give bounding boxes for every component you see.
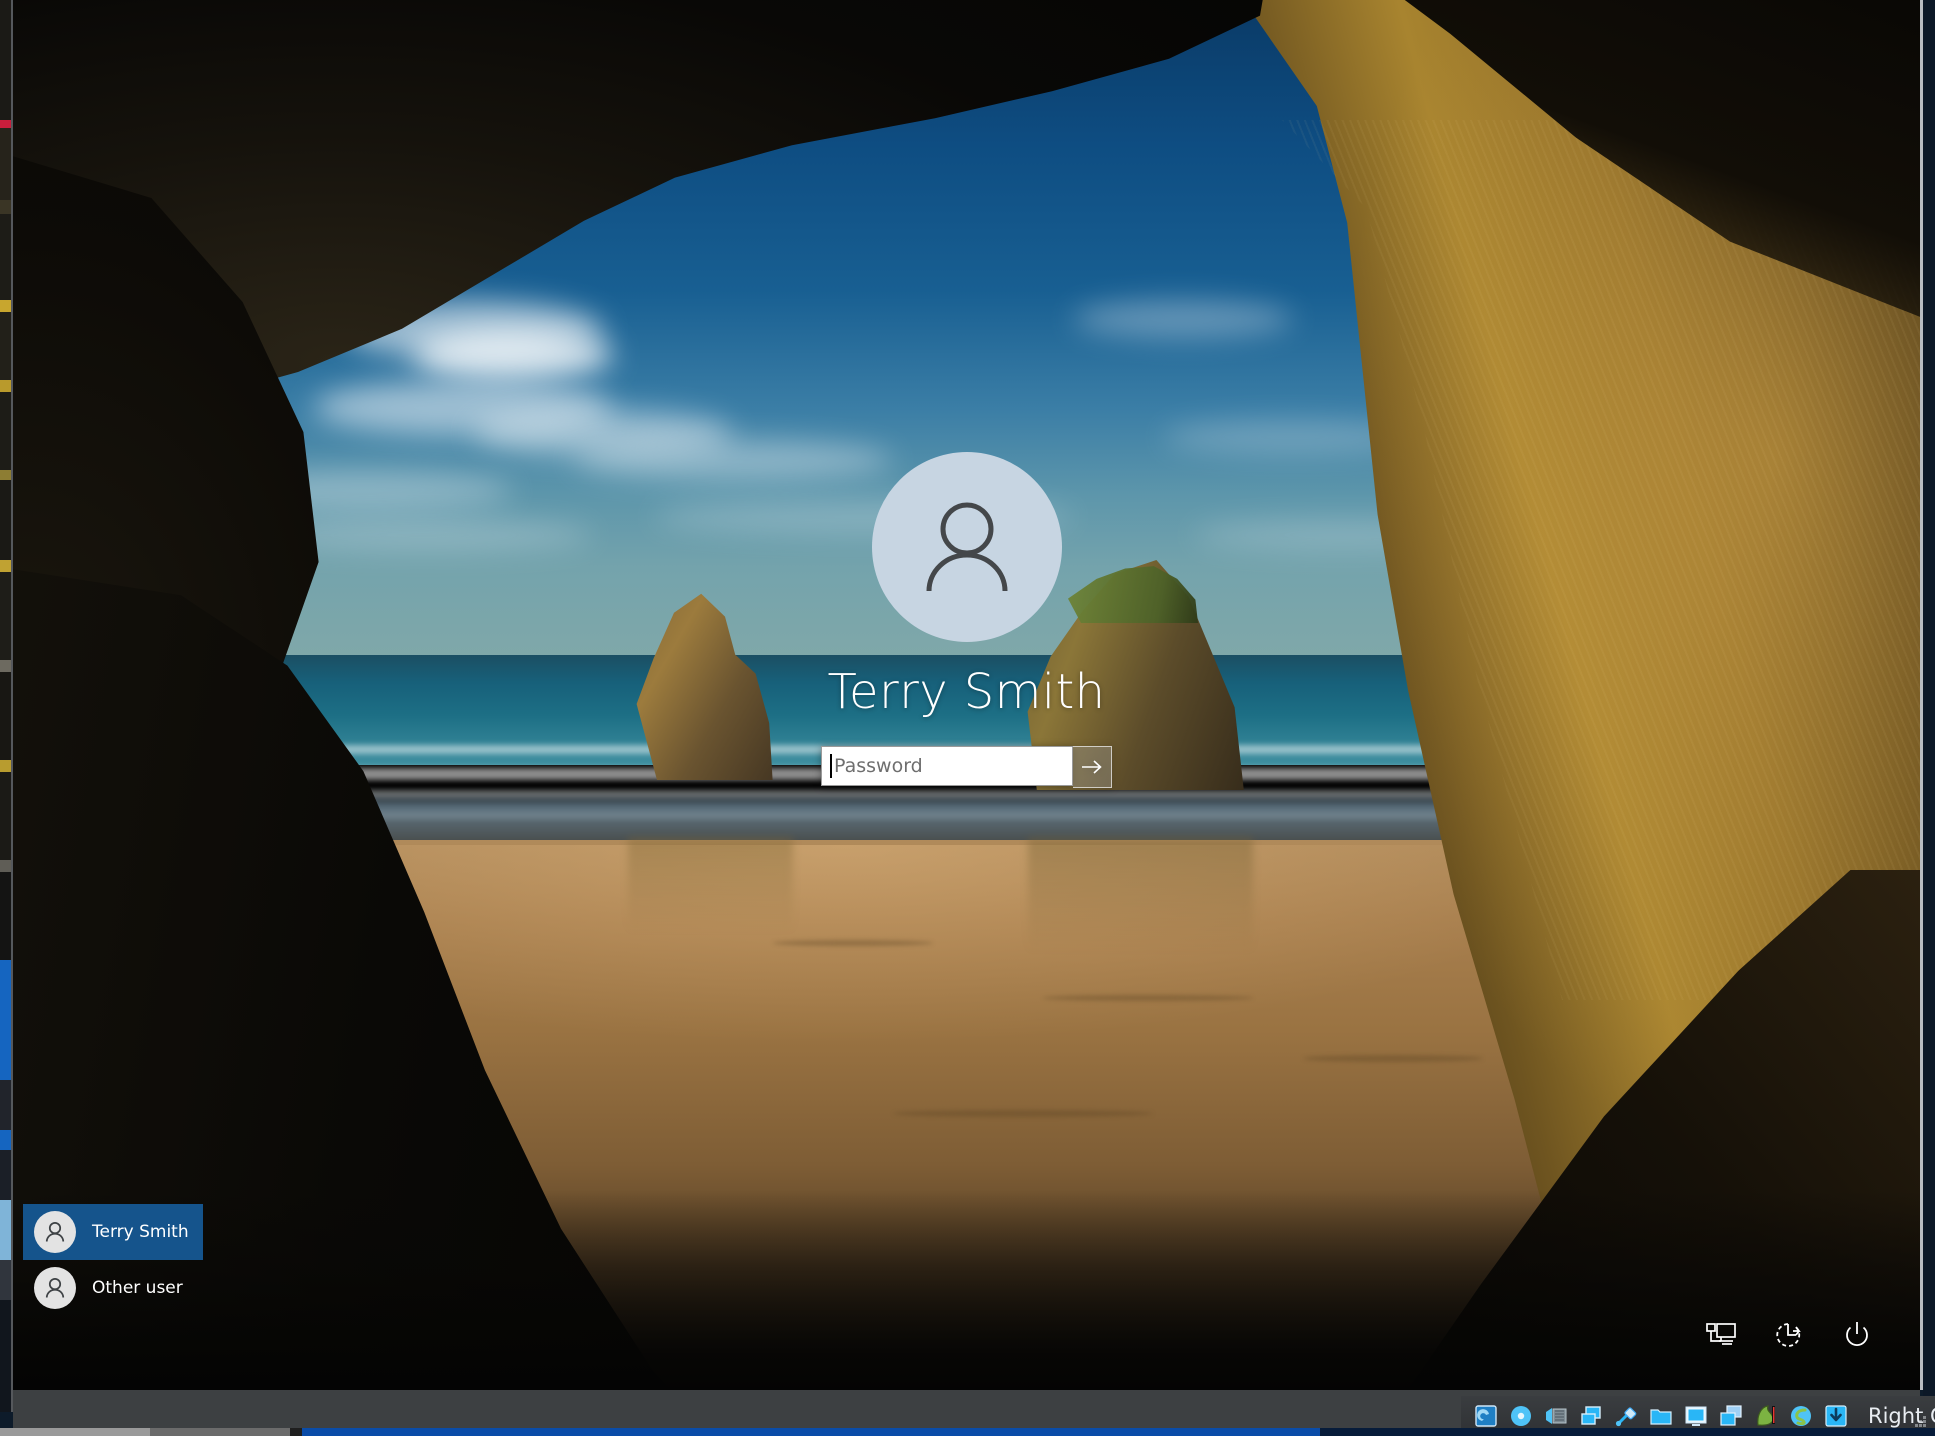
user-list-item-terry-smith[interactable]: Terry Smith	[23, 1204, 203, 1260]
user-switch-list: Terry Smith Other user	[23, 1204, 203, 1316]
power-icon[interactable]	[1840, 1318, 1874, 1352]
network-adapter-icon[interactable]	[1578, 1403, 1604, 1429]
floppy-disk-icon[interactable]	[1543, 1403, 1569, 1429]
lock-screen-system-icons	[1704, 1318, 1874, 1352]
resize-grip-icon[interactable]	[1905, 1410, 1927, 1430]
rock-reflection	[628, 838, 793, 933]
user-list-item-label: Terry Smith	[92, 1222, 189, 1242]
screen-root: Terry Smith Password Terry Smith Other u…	[0, 0, 1935, 1436]
background-window-edge	[11, 0, 13, 1412]
rock-reflection	[1028, 838, 1253, 953]
text-caret	[830, 754, 832, 778]
mouse-integration-icon[interactable]	[1753, 1403, 1779, 1429]
user-list-item-label: Other user	[92, 1278, 183, 1298]
optical-disk-icon[interactable]	[1508, 1403, 1534, 1429]
network-icon[interactable]	[1704, 1318, 1738, 1352]
submit-button[interactable]	[1073, 746, 1112, 788]
vm-guest-screen[interactable]: Terry Smith Password Terry Smith Other u…	[13, 0, 1920, 1390]
sand-texture	[893, 1110, 1153, 1117]
login-panel: Terry Smith Password	[13, 452, 1920, 788]
user-avatar-icon	[34, 1211, 76, 1253]
host-key-icon[interactable]	[1823, 1403, 1849, 1429]
cloud	[1073, 300, 1293, 338]
usb-icon[interactable]	[1613, 1403, 1639, 1429]
user-avatar-icon	[34, 1267, 76, 1309]
ease-of-access-icon[interactable]	[1772, 1318, 1806, 1352]
sand-texture	[1043, 995, 1253, 1001]
arrow-right-icon	[1082, 760, 1102, 774]
user-avatar-icon	[871, 452, 1062, 642]
recording-icon[interactable]	[1718, 1403, 1744, 1429]
password-row: Password	[821, 746, 1112, 788]
keyboard-icon[interactable]	[1788, 1403, 1814, 1429]
sand-texture	[1303, 1055, 1483, 1062]
password-placeholder: Password	[834, 755, 923, 777]
display-icon[interactable]	[1683, 1403, 1709, 1429]
page-title: Terry Smith	[827, 664, 1106, 720]
hard-disk-icon[interactable]	[1473, 1403, 1499, 1429]
desktop-background-right	[1923, 0, 1935, 1436]
user-list-item-other-user[interactable]: Other user	[23, 1260, 203, 1316]
background-window-sliver[interactable]	[0, 0, 11, 1412]
sand-texture	[773, 940, 933, 946]
host-taskbar-strip[interactable]	[0, 1428, 1935, 1436]
cloud	[413, 330, 613, 380]
shared-folder-icon[interactable]	[1648, 1403, 1674, 1429]
cave-floor-shadow	[13, 1190, 1920, 1390]
password-input[interactable]: Password	[821, 746, 1073, 786]
